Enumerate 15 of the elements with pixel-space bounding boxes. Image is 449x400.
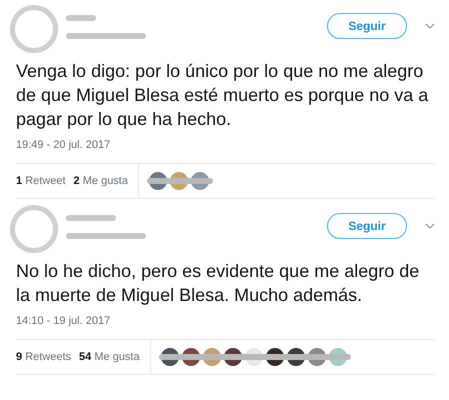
- redaction-mark: [66, 215, 116, 221]
- stat-count[interactable]: 2 Me gusta: [74, 175, 128, 187]
- stat-count[interactable]: 1 Retweet: [16, 175, 66, 187]
- chevron-icon[interactable]: [425, 223, 435, 229]
- tweet-text: No lo he dicho, pero es evidente que me alegro de la muerte de Miguel Blesa. Mucho además.: [16, 260, 420, 307]
- tweet-text: Venga lo digo: por lo único por lo que no me alegro de que Miguel Blesa esté muerto es porque no va a pagar por lo que ha hecho.: [16, 60, 430, 131]
- timestamp[interactable]: 19:49 - 20 jul. 2017: [16, 139, 435, 151]
- redaction-mark: [66, 15, 96, 21]
- avatar[interactable]: [10, 205, 58, 253]
- stat-count[interactable]: 9 Retweets: [16, 351, 72, 363]
- stat-count[interactable]: 54 Me gusta: [79, 351, 140, 363]
- avatar[interactable]: [10, 5, 58, 53]
- chevron-icon[interactable]: [425, 23, 435, 29]
- timestamp[interactable]: 14:10 - 19 jul. 2017: [16, 315, 435, 327]
- redaction-mark: [146, 178, 213, 184]
